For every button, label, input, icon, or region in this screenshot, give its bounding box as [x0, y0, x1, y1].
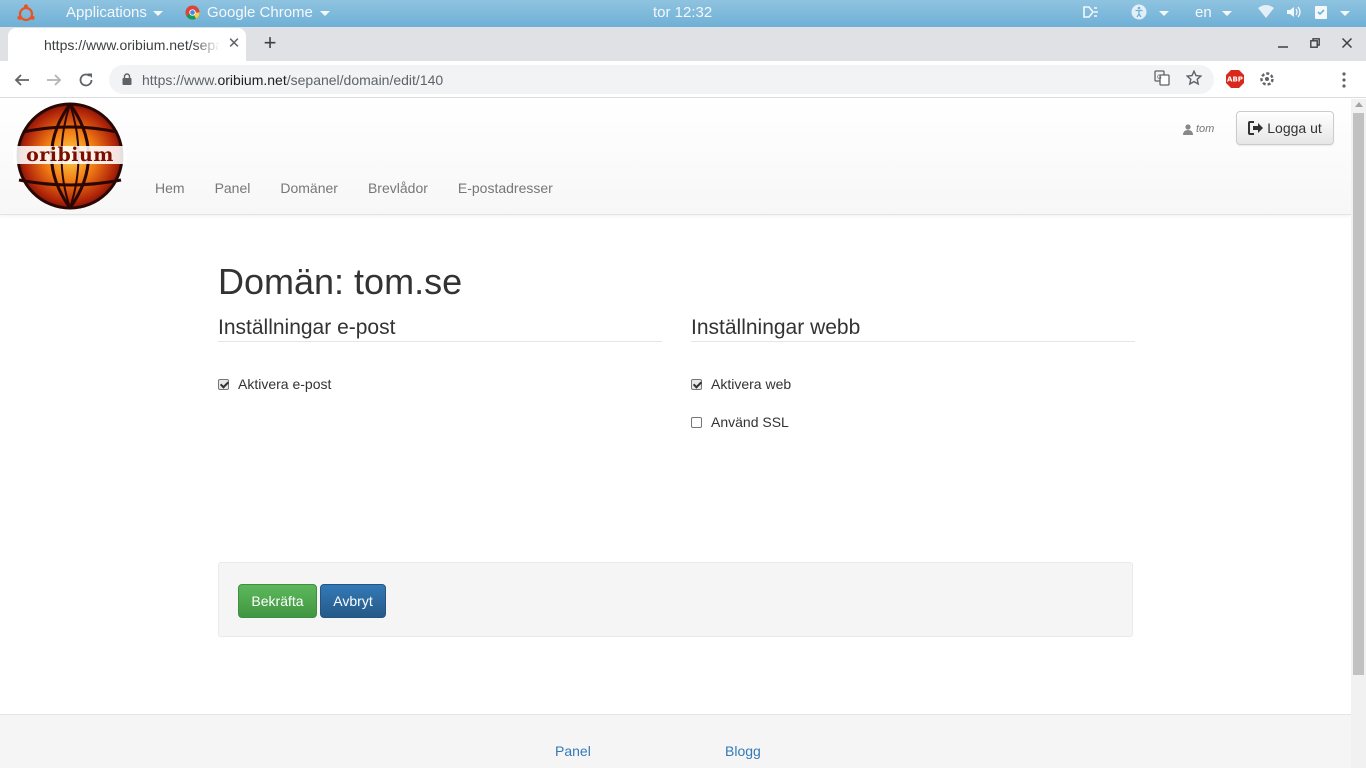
applications-menu[interactable]: Applications	[66, 4, 163, 21]
user-icon	[1183, 123, 1193, 135]
active-app-menu[interactable]: Google Chrome	[185, 4, 330, 21]
chevron-down-icon	[1159, 10, 1169, 16]
url-host: oribium.net	[217, 72, 287, 88]
main-nav: Hem Panel Domäner Brevlådor E-postadress…	[140, 179, 568, 197]
nav-item-epostadresser[interactable]: E-postadresser	[443, 179, 568, 197]
use-ssl-label: Använd SSL	[711, 414, 789, 430]
translate-icon[interactable]: G	[1153, 70, 1171, 88]
language-menu[interactable]: en	[1195, 4, 1232, 21]
footer-link-panel[interactable]: Panel	[555, 743, 591, 759]
url-prefix: https://www.	[142, 72, 218, 88]
extension-gear-icon[interactable]	[1257, 69, 1277, 89]
nav-item-hem[interactable]: Hem	[140, 179, 200, 197]
browser-menu-button[interactable]	[1332, 68, 1356, 92]
tab-title: https://www.oribium.net/sepanel/domain/e…	[44, 37, 220, 53]
tab-strip: https://www.oribium.net/sepanel/domain/e…	[0, 27, 1366, 61]
wifi-icon	[1258, 5, 1274, 18]
accessibility-menu[interactable]	[1131, 4, 1169, 20]
logo-text: oribium	[26, 144, 114, 166]
confirm-button[interactable]: Bekräfta	[238, 584, 317, 618]
minimize-icon	[1278, 46, 1288, 48]
restore-window-button[interactable]	[1305, 33, 1325, 53]
url-path: /sepanel/domain/edit/140	[286, 72, 444, 88]
enable-web-checkbox[interactable]: Aktivera web	[691, 376, 791, 392]
accessibility-icon	[1131, 4, 1147, 20]
star-icon[interactable]	[1185, 69, 1203, 88]
close-window-button[interactable]	[1337, 33, 1357, 53]
restore-icon	[1310, 38, 1320, 48]
close-icon	[1341, 37, 1353, 49]
logout-label: Logga ut	[1267, 120, 1322, 136]
active-app-label: Google Chrome	[207, 4, 313, 21]
page-viewport: oribium Hem Panel Domäner Brevlådor E-po…	[0, 99, 1351, 768]
browser-toolbar: https://www.oribium.net/sepanel/domain/e…	[0, 61, 1366, 98]
page-scrollbar[interactable]	[1351, 99, 1366, 768]
battery-icon	[1315, 6, 1327, 19]
nav-item-brevlador[interactable]: Brevlådor	[353, 179, 443, 197]
scrollbar-thumb[interactable]	[1353, 113, 1364, 675]
adblock-plus-icon[interactable]: ABP	[1225, 69, 1245, 89]
ubuntu-logo-icon[interactable]	[16, 4, 36, 24]
back-arrow-icon	[14, 74, 29, 86]
volume-icon	[1287, 6, 1301, 18]
close-icon[interactable]: ✕	[226, 36, 242, 52]
form-actions: Bekräfta Avbryt	[218, 562, 1133, 637]
applications-label: Applications	[66, 4, 147, 21]
svg-text:G: G	[1157, 74, 1162, 81]
enable-web-label: Aktivera web	[711, 376, 792, 392]
logout-button[interactable]: Logga ut	[1236, 111, 1334, 145]
footer-link-blogg[interactable]: Blogg	[725, 743, 761, 759]
site-footer: Panel Blogg	[0, 714, 1351, 768]
scroll-up-arrow-icon[interactable]	[1355, 102, 1363, 107]
gnome-top-bar: Applications Google Chrome tor 12:32 en	[0, 0, 1366, 27]
chrome-icon	[185, 5, 200, 20]
kebab-menu-icon	[1342, 72, 1346, 88]
lock-icon[interactable]	[122, 73, 132, 85]
checkbox-unchecked[interactable]	[691, 416, 702, 428]
chevron-down-icon	[1221, 11, 1232, 16]
page-title: Domän: tom.se	[218, 261, 463, 302]
enable-email-label: Aktivera e-post	[238, 376, 332, 392]
nav-item-panel[interactable]: Panel	[200, 179, 266, 197]
reload-button[interactable]	[74, 68, 98, 92]
username: tom	[1196, 123, 1215, 135]
use-ssl-checkbox[interactable]: Använd SSL	[691, 414, 789, 430]
debug-tray-icon[interactable]	[1081, 4, 1099, 20]
back-button[interactable]	[10, 68, 34, 92]
minimize-window-button[interactable]	[1273, 33, 1293, 53]
enable-email-checkbox[interactable]: Aktivera e-post	[218, 376, 331, 392]
forward-arrow-icon	[47, 74, 62, 86]
chevron-down-icon	[319, 11, 330, 16]
web-settings-heading: Inställningar webb	[691, 317, 1135, 342]
email-settings-heading: Inställningar e-post	[218, 317, 662, 342]
email-settings-section: Inställningar e-post Aktivera e-post	[218, 317, 662, 392]
browser-tab[interactable]: https://www.oribium.net/sepanel/domain/e…	[8, 28, 246, 61]
nav-item-domaner[interactable]: Domäner	[265, 179, 353, 197]
cancel-button[interactable]: Avbryt	[320, 584, 386, 618]
checkbox-checked[interactable]	[218, 378, 229, 390]
site-header: oribium Hem Panel Domäner Brevlådor E-po…	[0, 99, 1351, 215]
chevron-down-icon	[152, 11, 163, 16]
forward-button[interactable]	[42, 68, 66, 92]
abp-label: ABP	[1227, 76, 1243, 84]
input-language: en	[1195, 4, 1212, 21]
web-settings-section: Inställningar webb Aktivera web Använd S…	[691, 317, 1135, 430]
oribium-logo[interactable]: oribium	[13, 102, 127, 212]
address-bar[interactable]: https://www.oribium.net/sepanel/domain/e…	[109, 65, 1214, 94]
current-user: tom	[1183, 123, 1214, 135]
clock[interactable]: tor 12:32	[653, 4, 712, 21]
new-tab-button[interactable]: +	[259, 32, 281, 54]
checkbox-checked[interactable]	[691, 378, 702, 390]
system-menu[interactable]	[1258, 4, 1350, 20]
chevron-down-icon	[1340, 10, 1350, 16]
reload-icon	[79, 73, 93, 87]
log-out-icon	[1248, 121, 1264, 135]
url-text[interactable]: https://www.oribium.net/sepanel/domain/e…	[142, 72, 443, 88]
